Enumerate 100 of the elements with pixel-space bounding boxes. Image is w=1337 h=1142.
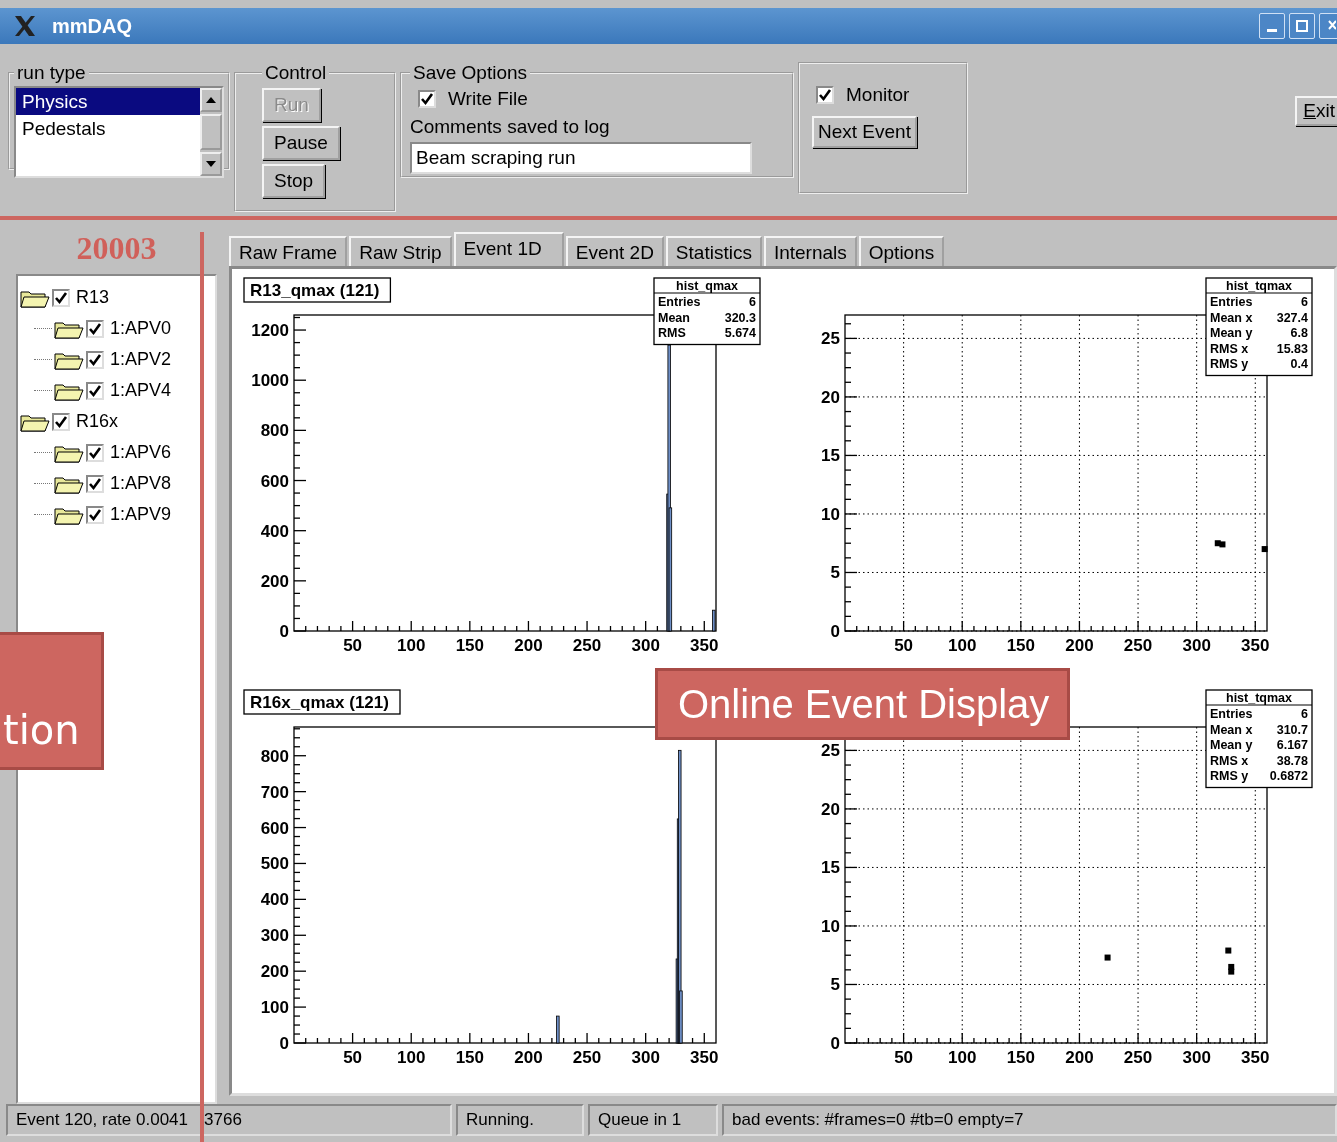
stats-value: 0.4: [1290, 357, 1308, 371]
tick-label: 350: [690, 1048, 719, 1067]
tick-label: 600: [260, 818, 289, 838]
callout-label: tion: [0, 632, 104, 770]
tick-label: 25: [821, 329, 840, 349]
tick-label: 100: [397, 1048, 426, 1067]
tick-label: 300: [1182, 1048, 1211, 1067]
stats-value: 327.4: [1276, 310, 1308, 325]
stats-label: Mean y: [1210, 738, 1253, 752]
tick-label: 200: [514, 1048, 543, 1067]
status-text: Running.: [456, 1104, 584, 1136]
stats-value: 38.78: [1276, 753, 1308, 768]
stats-value: 320.3: [724, 310, 756, 325]
tick-label: 0: [279, 1034, 289, 1053]
tick-label: 300: [260, 926, 289, 946]
tick-label: 800: [260, 746, 289, 766]
tick-label: 20: [821, 799, 840, 819]
tick-label: 0: [279, 622, 289, 641]
stats-value: 6.8: [1290, 326, 1308, 340]
tick-label: 300: [631, 636, 660, 655]
plot-title: R16x_qmax (121): [243, 689, 401, 715]
stats-label: Entries: [1210, 295, 1253, 309]
tick-label: 15: [821, 858, 840, 878]
stats-label: Mean x: [1210, 310, 1253, 325]
tick-label: 700: [260, 782, 289, 802]
tick-label: 200: [1065, 636, 1094, 655]
tick-label: 300: [631, 1048, 660, 1067]
tick-label: 50: [894, 1048, 914, 1067]
tick-label: 600: [260, 471, 289, 491]
tick-label: 800: [260, 421, 289, 441]
stats-label: RMS: [658, 326, 686, 340]
tick-label: 250: [572, 636, 602, 655]
status-text: Queue in 1: [588, 1104, 718, 1136]
tick-label: 200: [514, 636, 543, 655]
tick-label: 50: [343, 636, 363, 655]
tick-label: 5: [830, 563, 840, 583]
stats-value: 15.83: [1276, 341, 1308, 356]
tick-label: 15: [821, 446, 840, 466]
stats-label: RMS x: [1210, 341, 1249, 356]
checkbox-label: Write File: [448, 88, 528, 110]
stats-title: hist_tqmax: [1226, 691, 1292, 705]
group-label: Save Options: [412, 62, 529, 84]
tick-label: 100: [948, 1048, 977, 1067]
tick-label: 50: [894, 636, 914, 655]
tick-label: 200: [1065, 1048, 1094, 1067]
stats-value: 310.7: [1276, 722, 1308, 737]
tick-label: 400: [260, 890, 289, 910]
window-title: mmDAQ: [52, 14, 132, 38]
status-text: 3766: [204, 1110, 242, 1130]
stats-label: Entries: [1210, 707, 1253, 721]
tick-label: 5: [830, 975, 840, 995]
tick-label: 350: [1241, 1048, 1270, 1067]
stats-value: 5.674: [724, 326, 756, 340]
tick-label: 150: [455, 636, 484, 655]
tick-label: 0: [830, 622, 840, 641]
tick-label: 1000: [251, 371, 289, 391]
group-label: Control: [264, 62, 328, 84]
tick-label: 350: [1241, 636, 1270, 655]
tick-label: 200: [260, 571, 289, 591]
stats-label: Mean: [658, 310, 690, 325]
tick-label: 500: [260, 854, 289, 874]
tick-label: 50: [343, 1048, 363, 1067]
tick-label: 100: [948, 636, 977, 655]
tick-label: 0: [830, 1034, 840, 1053]
stats-title: hist_tqmax: [1226, 279, 1292, 293]
tick-label: 150: [455, 1048, 484, 1067]
tick-label: 20: [821, 387, 840, 407]
tick-label: 250: [1123, 636, 1153, 655]
tick-label: 250: [572, 1048, 602, 1067]
stats-value: 0.6872: [1269, 769, 1308, 783]
stats-label: RMS y: [1210, 769, 1249, 783]
stats-value: 6.167: [1276, 738, 1308, 752]
tick-label: 400: [260, 521, 289, 541]
tick-label: 10: [821, 916, 840, 936]
tick-label: 150: [1006, 636, 1035, 655]
stats-label: Mean y: [1210, 326, 1253, 340]
tick-label: 1200: [251, 321, 289, 341]
stats-value: 6: [1301, 707, 1308, 721]
checkbox-label: Monitor: [846, 84, 910, 106]
tick-label: 100: [397, 636, 426, 655]
plot-title: R13_qmax (121): [243, 277, 392, 303]
stats-label: RMS x: [1210, 753, 1249, 768]
tick-label: 350: [690, 636, 719, 655]
group-label: run type: [16, 62, 87, 84]
stats-label: Mean x: [1210, 722, 1253, 737]
tick-label: 300: [1182, 636, 1211, 655]
stats-value: 6: [1301, 295, 1308, 309]
stats-value: 6: [749, 295, 756, 309]
tick-label: 150: [1006, 1048, 1035, 1067]
stats-label: RMS y: [1210, 357, 1249, 371]
tick-label: 250: [1123, 1048, 1153, 1067]
stats-title: hist_qmax: [676, 279, 738, 293]
status-text: Event 120, rate 0.0041: [16, 1110, 189, 1130]
tick-label: 10: [821, 504, 840, 524]
callout-label: Online Event Display: [655, 668, 1071, 740]
tick-label: 25: [821, 741, 840, 761]
stats-label: Entries: [658, 295, 701, 309]
tick-label: 100: [260, 998, 289, 1018]
tick-label: 200: [260, 962, 289, 982]
run-number: 20003: [75, 230, 158, 268]
